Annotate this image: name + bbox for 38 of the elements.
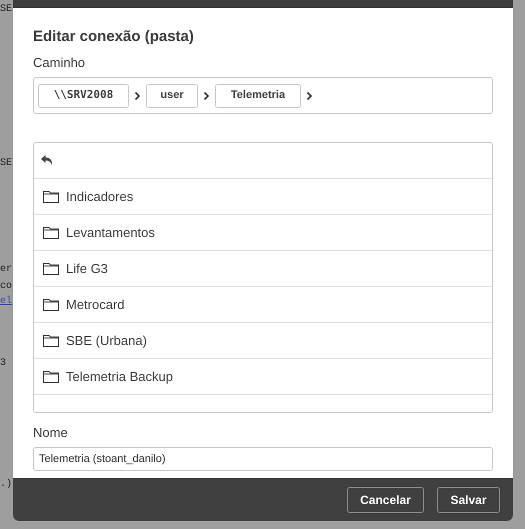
field-label: Nome (33, 425, 69, 441)
chevron-icon (134, 90, 141, 100)
folder-icon (43, 370, 59, 383)
dialog-title: Editar conexão (pasta) (33, 27, 195, 47)
folder-name: Metrocard (66, 296, 125, 314)
code-fragment: el (0, 296, 12, 308)
folder-row[interactable]: SBE (Urbana) (34, 323, 492, 359)
code-fragment: SE (0, 4, 12, 16)
chevron-icon (306, 90, 313, 100)
back-arrow-icon[interactable] (41, 155, 53, 166)
folder-name: SBE (Urbana) (66, 332, 147, 350)
field-label: Caminho (33, 55, 86, 71)
folder-icon (43, 262, 59, 275)
chevron-icon (203, 90, 210, 100)
path-segment[interactable]: Telemetria (215, 84, 301, 108)
folder-icon (43, 190, 59, 203)
code-fragment: co (0, 281, 12, 293)
folder-name: Telemetria Backup (66, 368, 173, 386)
code-fragment: .) (0, 479, 12, 491)
folder-icon (43, 298, 59, 311)
folder-name: Life G3 (66, 260, 108, 278)
folder-row[interactable]: Life G3 (34, 251, 492, 287)
code-fragment: er (0, 264, 12, 276)
folder-name: Levantamentos (66, 224, 155, 242)
dialog-button[interactable]: Salvar (437, 486, 500, 512)
code-fragment: SE (0, 158, 12, 170)
path-segment[interactable]: \\SRV2008 (38, 84, 129, 108)
code-fragment: 3 (0, 358, 6, 370)
name-field[interactable]: Telemetria (stoant_danilo) (33, 447, 493, 471)
folder-icon (43, 334, 59, 347)
path-segment[interactable]: user (146, 84, 198, 108)
folder-row[interactable]: Telemetria Backup (34, 359, 492, 395)
folder-row[interactable]: Metrocard (34, 287, 492, 323)
folder-row[interactable]: Levantamentos (34, 215, 492, 251)
dialog-button[interactable]: Cancelar (347, 486, 424, 512)
folder-name: Indicadores (66, 188, 134, 206)
folder-icon (43, 226, 59, 239)
folder-row[interactable]: Indicadores (34, 179, 492, 215)
